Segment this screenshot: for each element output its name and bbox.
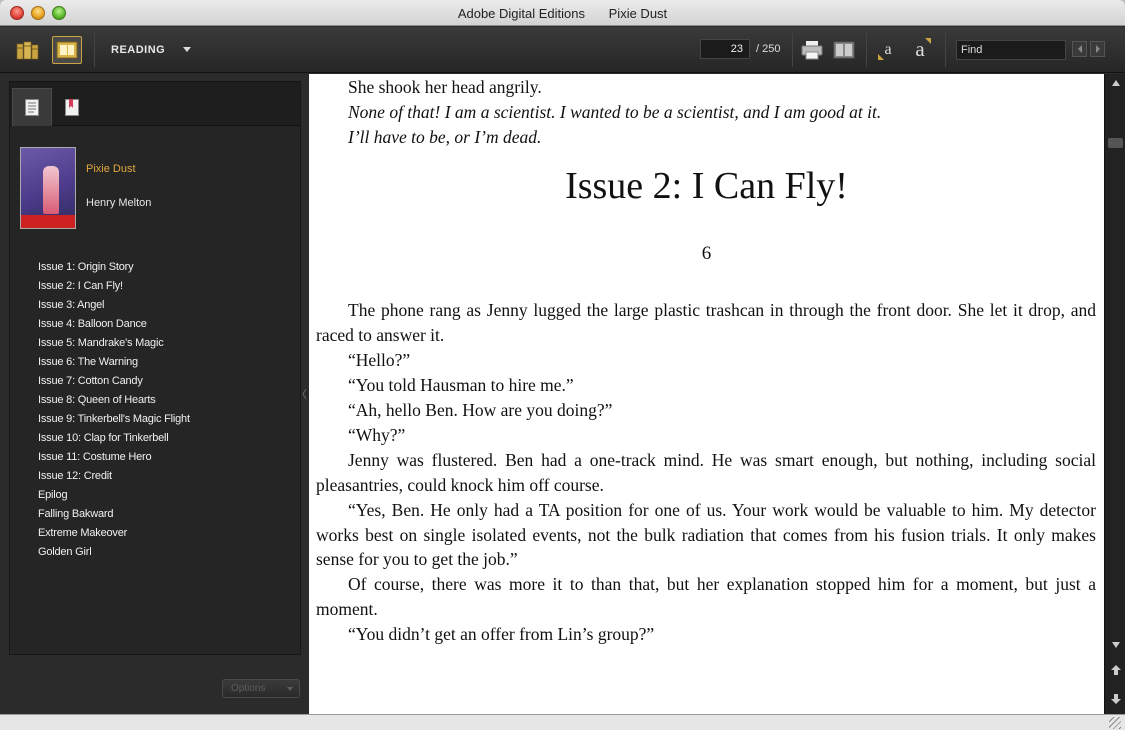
bookmark-icon [65,98,79,116]
increase-font-button[interactable]: a [906,35,934,63]
toc-item[interactable]: Issue 4: Balloon Dance [38,318,190,337]
page-view-button[interactable] [832,38,856,62]
reading-pane[interactable]: She shook her head angrily. None of that… [309,74,1104,714]
text-paragraph: Of course, there was more it to than tha… [316,574,1096,619]
arrow-down-left-icon [878,54,884,60]
library-icon [16,41,39,60]
font-large-label: a [915,36,925,61]
toc-item[interactable]: Issue 7: Cotton Candy [38,375,190,394]
next-page-button[interactable] [1108,692,1123,706]
page-number-input[interactable] [700,39,750,59]
reading-view-button[interactable] [52,36,82,64]
print-button[interactable] [800,38,824,62]
text-paragraph: She shook her head angrily. [348,77,542,97]
toc-icon [25,99,39,116]
chapter-number: 6 [701,243,712,264]
text-paragraph: “Why?” [348,425,406,445]
toc-item[interactable]: Issue 2: I Can Fly! [38,280,190,299]
scroll-up-button[interactable] [1108,76,1123,90]
chevron-down-icon[interactable] [183,47,191,52]
reading-view-icon [56,41,78,59]
app-name: Adobe Digital Editions [457,6,586,21]
chapter-title: Issue 2: I Can Fly! [565,165,848,207]
decrease-font-button[interactable]: a [876,38,900,62]
toc-item[interactable]: Issue 12: Credit [38,470,190,489]
resize-grip-icon[interactable] [1109,717,1121,729]
book-author: Henry Melton [86,197,152,209]
find-previous-button[interactable] [1072,41,1087,57]
chevron-left-icon [1077,45,1082,53]
text-paragraph: “You told Hausman to hire me.” [348,375,574,395]
toc-item[interactable]: Issue 5: Mandrake's Magic [38,337,190,356]
app-window: Adobe Digital Editions Pixie Dust READIN… [0,0,1125,730]
options-label: Options [231,683,266,694]
options-dropdown[interactable]: Options [222,679,300,698]
book-cover-thumbnail[interactable] [20,147,76,229]
toc-item[interactable]: Issue 3: Angel [38,299,190,318]
cover-band [21,215,75,228]
sidebar-splitter-handle[interactable] [301,369,307,419]
triangle-down-icon [1111,642,1120,648]
toc-item[interactable]: Epilog [38,489,190,508]
total-pages: / 250 [756,43,781,55]
toolbar: READING / 250 a a [0,27,1125,73]
text-paragraph: None of that! I am a scientist. I wanted… [348,102,882,122]
sidebar-tabs [10,82,300,126]
sidebar-panel: Pixie Dust Henry Melton Issue 1: Origin … [9,81,301,655]
toc-item[interactable]: Issue 1: Origin Story [38,261,190,280]
toc-item[interactable]: Falling Bakward [38,508,190,527]
library-view-button[interactable] [14,37,42,63]
chevron-right-icon [1095,45,1100,53]
text-paragraph: The phone rang as Jenny lugged the large… [316,300,1096,345]
previous-page-button[interactable] [1108,663,1123,677]
arrow-up-right-icon [925,38,931,44]
text-paragraph: “Ah, hello Ben. How are you doing?” [348,400,613,420]
text-paragraph: “Hello?” [348,350,411,370]
toolbar-separator [94,33,95,67]
sidebar: Pixie Dust Henry Melton Issue 1: Origin … [0,74,309,714]
tab-bookmarks[interactable] [52,88,92,126]
toolbar-separator [792,33,793,67]
text-paragraph: Jenny was flustered. Ben had a one-track… [316,450,1096,495]
scroll-thumb[interactable] [1108,138,1123,148]
chevron-left-icon [301,388,306,400]
toc-item[interactable]: Issue 10: Clap for Tinkerbell [38,432,190,451]
cover-figure [43,166,59,214]
document-name: Pixie Dust [608,6,668,21]
scroll-down-button[interactable] [1108,638,1123,652]
toolbar-separator [866,33,867,67]
arrow-up-icon [1110,665,1121,675]
text-paragraph: “Yes, Ben. He only had a TA position for… [316,500,1096,569]
tab-table-of-contents[interactable] [12,88,52,126]
text-paragraph: “You didn’t get an offer from Lin’s grou… [348,624,655,644]
title-bar: Adobe Digital Editions Pixie Dust [0,0,1125,26]
book-view-icon [833,41,855,59]
text-paragraph: I’ll have to be, or I’m dead. [348,127,542,147]
toc-item[interactable]: Issue 9: Tinkerbell's Magic Flight [38,413,190,432]
toolbar-separator [945,33,946,67]
print-icon [801,41,823,60]
triangle-up-icon [1111,80,1120,86]
toc-item[interactable]: Issue 8: Queen of Hearts [38,394,190,413]
mode-dropdown[interactable]: READING [111,44,165,56]
find-input[interactable] [956,40,1066,60]
toc-item[interactable]: Issue 11: Costume Hero [38,451,190,470]
find-next-button[interactable] [1090,41,1105,57]
font-small-label: a [884,41,892,58]
toc-item[interactable]: Golden Girl [38,546,190,565]
book-title: Pixie Dust [86,163,136,175]
toc-list: Issue 1: Origin Story Issue 2: I Can Fly… [38,261,190,565]
status-bar [0,714,1125,730]
vertical-scrollbar[interactable] [1104,74,1125,714]
arrow-down-icon [1110,694,1121,704]
chevron-down-icon [287,687,293,691]
toc-item[interactable]: Issue 6: The Warning [38,356,190,375]
window-title: Adobe Digital Editions Pixie Dust [0,6,1125,21]
toc-item[interactable]: Extreme Makeover [38,527,190,546]
